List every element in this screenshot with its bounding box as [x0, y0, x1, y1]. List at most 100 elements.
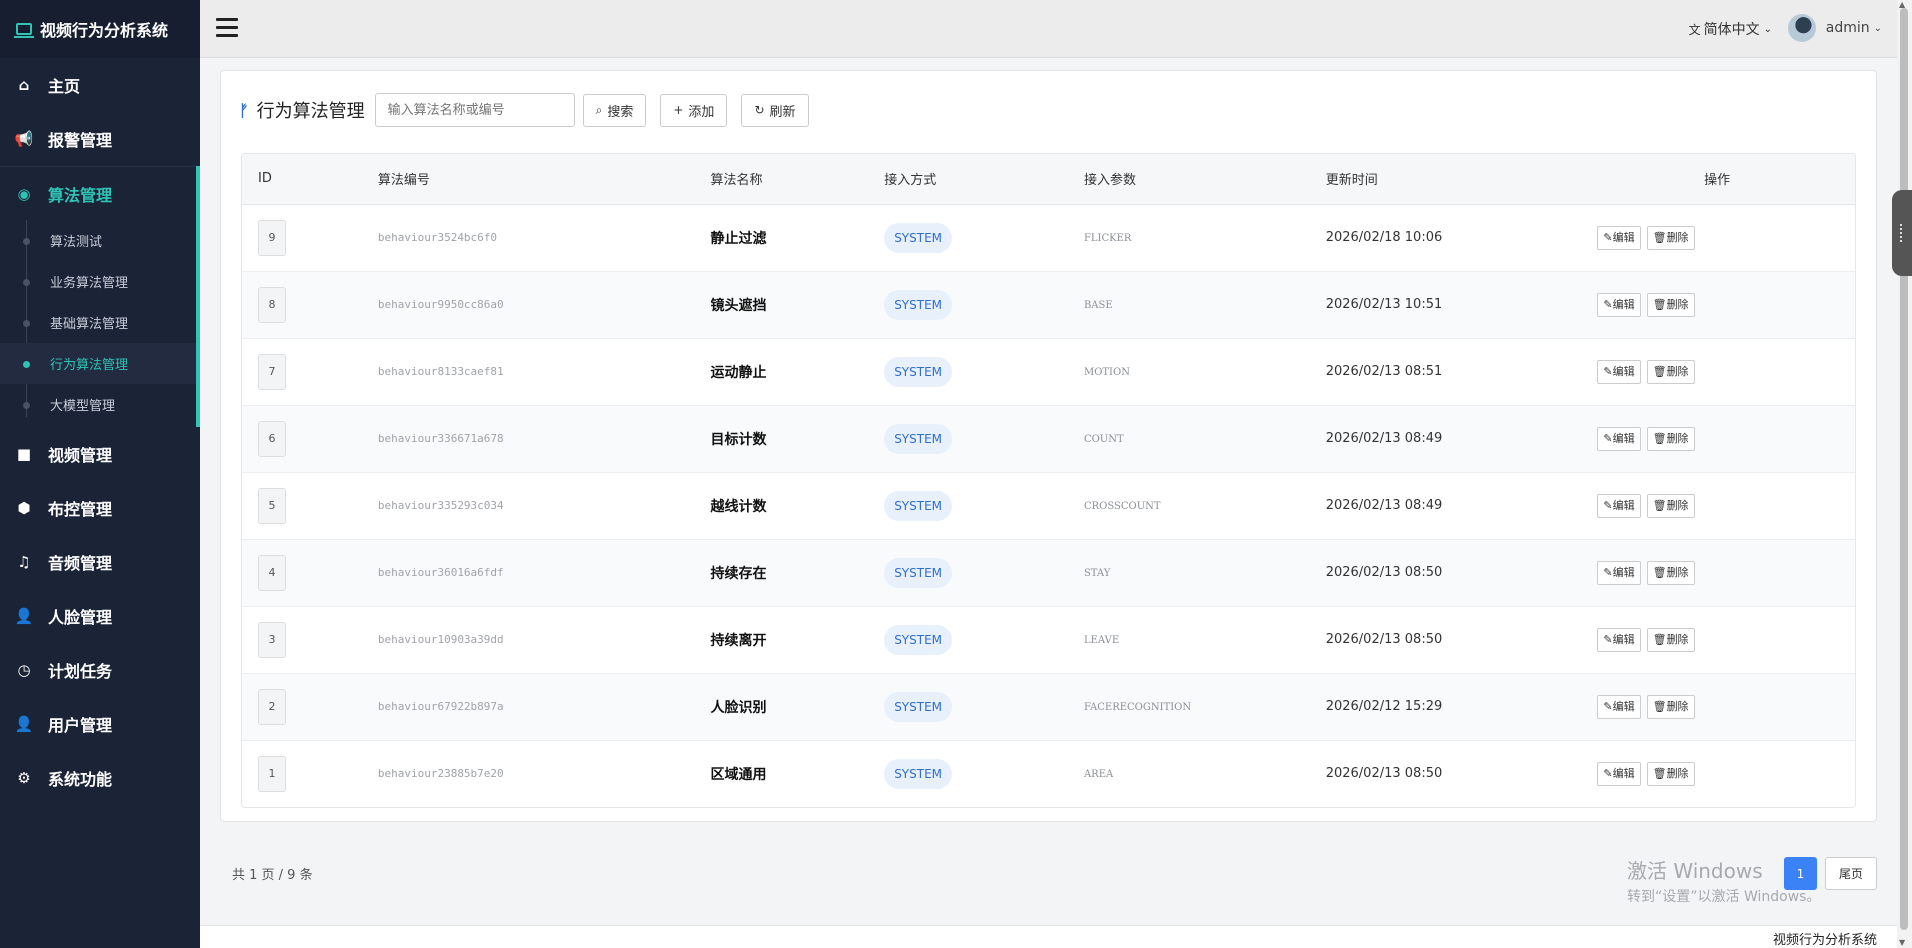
- cell-method: SYSTEM: [868, 472, 1068, 539]
- method-badge: SYSTEM: [884, 289, 953, 320]
- edit-button[interactable]: ✎编辑: [1597, 225, 1641, 250]
- id-badge: 6: [258, 420, 286, 457]
- cell-name: 运动静止: [694, 338, 868, 405]
- delete-button[interactable]: 🗑删除: [1646, 560, 1695, 585]
- cell-code: behaviour8133caef81: [362, 338, 695, 405]
- refresh-button-label: 刷新: [769, 104, 796, 120]
- sidebar-subitem-algorithm-test[interactable]: 算法测试: [0, 220, 196, 261]
- search-input[interactable]: [374, 93, 575, 127]
- side-drawer-handle[interactable]: [1892, 190, 1912, 276]
- delete-button[interactable]: 🗑删除: [1646, 426, 1695, 451]
- update-time: 2026/02/13 08:49: [1325, 498, 1443, 513]
- edit-button[interactable]: ✎编辑: [1597, 560, 1641, 585]
- search-icon: ⌕: [595, 102, 603, 117]
- refresh-button[interactable]: ↻ 刷新: [741, 93, 809, 127]
- home-icon: ⌂: [18, 76, 30, 94]
- sidebar-subitem-behavior-algorithm[interactable]: 行为算法管理: [0, 343, 196, 384]
- column-header-param: 接入参数: [1067, 154, 1310, 205]
- page-button-current[interactable]: 1: [1784, 857, 1817, 890]
- sidebar-item-label: 算法管理: [48, 185, 113, 205]
- cell-param: AREA: [1068, 740, 1310, 807]
- sidebar: 视频行为分析系统 ⌂ 主页 📢 报警管理 ◉ 算法管理 算法测试 业务算法管理 …: [0, 0, 200, 948]
- edit-label: 编辑: [1612, 431, 1635, 445]
- sidebar-subitem-large-model[interactable]: 大模型管理: [0, 384, 196, 425]
- column-header-method: 接入方式: [868, 154, 1068, 205]
- add-button-label: 添加: [688, 104, 715, 120]
- cell-method: SYSTEM: [868, 271, 1068, 338]
- sidebar-subitem-basic-algorithm[interactable]: 基础算法管理: [0, 302, 196, 343]
- edit-icon: ✎: [1603, 230, 1613, 244]
- edit-button[interactable]: ✎编辑: [1597, 359, 1641, 384]
- edit-button[interactable]: ✎编辑: [1597, 426, 1641, 451]
- cell-id: 3: [242, 606, 362, 673]
- table-row: 4 behaviour36016a6fdf 持续存在 SYSTEM STAY 2026/0…: [242, 539, 1855, 606]
- delete-label: 删除: [1666, 431, 1689, 445]
- sidebar-item-label: 视频管理: [48, 446, 113, 465]
- sidebar-item-alarm[interactable]: 📢 报警管理: [0, 112, 200, 166]
- sidebar-item-audio[interactable]: ♫ 音频管理: [0, 535, 200, 589]
- sidebar-item-schedule[interactable]: ◷ 计划任务: [0, 643, 200, 697]
- algorithm-table: ID 算法编号 算法名称 接入方式 接入参数 更新时间 操作 9 behaviou…: [241, 153, 1856, 808]
- cell-code: behaviour23885b7e20: [362, 740, 695, 807]
- algorithm-code: behaviour23885b7e20: [377, 767, 504, 781]
- sidebar-item-users[interactable]: 👤 用户管理: [0, 697, 200, 751]
- cell-param: COUNT: [1068, 405, 1310, 472]
- delete-button[interactable]: 🗑删除: [1646, 627, 1695, 652]
- delete-button[interactable]: 🗑删除: [1646, 292, 1695, 317]
- edit-button[interactable]: ✎编辑: [1597, 694, 1641, 719]
- edit-button[interactable]: ✎编辑: [1597, 493, 1641, 518]
- sidebar-item-deploy[interactable]: ⬢ 布控管理: [0, 481, 200, 535]
- sidebar-item-face[interactable]: 👤 人脸管理: [0, 589, 200, 643]
- delete-button[interactable]: 🗑删除: [1646, 761, 1695, 786]
- delete-label: 删除: [1666, 565, 1689, 579]
- search-button[interactable]: ⌕ 搜索: [582, 93, 647, 127]
- scroll-down-arrow-icon[interactable]: ▼: [1899, 938, 1905, 947]
- scrollbar-thumb[interactable]: [1900, 8, 1908, 930]
- edit-button[interactable]: ✎编辑: [1597, 627, 1641, 652]
- update-time: 2026/02/13 08:50: [1325, 565, 1443, 580]
- trash-icon: 🗑: [1652, 364, 1667, 378]
- cell-param: FACERECOGNITION: [1068, 673, 1310, 740]
- cell-actions: ✎编辑 🗑删除: [1579, 539, 1855, 606]
- algorithm-code: behaviour67922b897a: [377, 700, 504, 713]
- trash-icon: 🗑: [1652, 565, 1667, 579]
- cell-time: 2026/02/13 08:50: [1310, 740, 1580, 807]
- cell-code: behaviour9950cc86a0: [362, 271, 695, 338]
- cell-actions: ✎编辑 🗑删除: [1579, 673, 1855, 740]
- delete-button[interactable]: 🗑删除: [1646, 225, 1695, 250]
- column-header-name: 算法名称: [694, 154, 869, 205]
- edit-button[interactable]: ✎编辑: [1597, 761, 1641, 786]
- algorithm-name: 区域通用: [710, 766, 767, 783]
- eye-icon: ◉: [17, 184, 31, 203]
- update-time: 2026/02/13 08:50: [1325, 632, 1443, 647]
- edit-button[interactable]: ✎编辑: [1597, 292, 1641, 317]
- sidebar-item-algorithm[interactable]: ◉ 算法管理: [0, 166, 196, 220]
- table-row: 8 behaviour9950cc86a0 镜头遮挡 SYSTEM BASE 2026/0…: [242, 271, 1855, 338]
- trash-icon: 🗑: [1652, 699, 1667, 713]
- sidebar-subitem-business-algorithm[interactable]: 业务算法管理: [0, 261, 196, 302]
- scroll-up-arrow-icon[interactable]: ▲: [1899, 0, 1905, 9]
- delete-button[interactable]: 🗑删除: [1646, 694, 1695, 719]
- brand[interactable]: 视频行为分析系统: [0, 0, 200, 58]
- last-page-button[interactable]: 尾页: [1825, 857, 1877, 890]
- menu-toggle-icon[interactable]: [216, 18, 238, 38]
- sidebar-item-home[interactable]: ⌂ 主页: [0, 58, 200, 112]
- sidebar-item-video[interactable]: ■ 视频管理: [0, 427, 200, 481]
- algorithm-name: 镜头遮挡: [710, 297, 767, 314]
- add-button[interactable]: + 添加: [660, 93, 728, 127]
- cube-icon: ⬢: [17, 499, 31, 517]
- sidebar-item-label: 系统功能: [48, 770, 113, 789]
- page-title: ᚠ 行为算法管理: [239, 97, 365, 123]
- language-selector[interactable]: 文 简体中文 ⌄: [1689, 19, 1772, 39]
- gear-icon: ⚙: [17, 769, 31, 787]
- id-badge: 1: [258, 755, 286, 792]
- edit-label: 编辑: [1612, 632, 1635, 646]
- delete-button[interactable]: 🗑删除: [1646, 493, 1695, 518]
- delete-button[interactable]: 🗑删除: [1646, 359, 1695, 384]
- cell-actions: ✎编辑 🗑删除: [1579, 472, 1855, 539]
- sidebar-item-label: 报警管理: [48, 131, 113, 150]
- sidebar-item-label: 用户管理: [48, 716, 113, 735]
- user-menu[interactable]: admin ⌄: [1787, 14, 1882, 42]
- algorithm-code: behaviour336671a678: [377, 432, 504, 445]
- sidebar-item-system[interactable]: ⚙ 系统功能: [0, 751, 200, 805]
